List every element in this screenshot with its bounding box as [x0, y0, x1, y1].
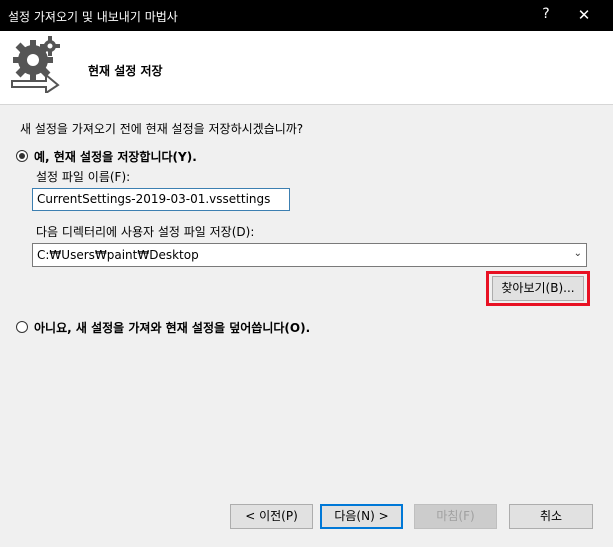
window-title: 설정 가져오기 및 내보내기 마법사	[8, 10, 178, 24]
radio-save-yes-label[interactable]: 예, 현재 설정을 저장합니다(Y).	[34, 148, 197, 165]
radio-save-no[interactable]	[16, 321, 28, 333]
finish-button[interactable]: 마침(F)	[414, 504, 497, 529]
previous-button[interactable]: < 이전(P)	[230, 504, 313, 529]
wizard-header: 현재 설정 저장	[0, 31, 613, 105]
directory-combobox[interactable]: C:₩Users₩paint₩Desktop ⌄	[32, 243, 587, 267]
filename-input[interactable]: CurrentSettings-2019-03-01.vssettings	[32, 188, 290, 211]
directory-value: C:₩Users₩paint₩Desktop	[37, 248, 199, 262]
title-bar: 설정 가져오기 및 내보내기 마법사 ? ✕	[0, 0, 613, 31]
filename-label: 설정 파일 이름(F):	[36, 170, 131, 184]
directory-label: 다음 디렉터리에 사용자 설정 파일 저장(D):	[36, 225, 255, 239]
chevron-down-icon[interactable]: ⌄	[574, 248, 582, 259]
gear-arrow-icon	[11, 36, 60, 93]
page-title: 현재 설정 저장	[88, 64, 163, 78]
next-button[interactable]: 다음(N) >	[320, 504, 403, 529]
radio-save-no-label[interactable]: 아니요, 새 설정을 가져와 현재 설정을 덮어씁니다(O).	[34, 319, 310, 336]
highlight-box	[486, 271, 590, 306]
radio-save-yes[interactable]	[16, 150, 28, 162]
close-button[interactable]: ✕	[573, 6, 595, 26]
help-button[interactable]: ?	[536, 6, 556, 26]
cancel-button[interactable]: 취소	[509, 504, 593, 529]
question-text: 새 설정을 가져오기 전에 현재 설정을 저장하시겠습니까?	[20, 122, 304, 136]
